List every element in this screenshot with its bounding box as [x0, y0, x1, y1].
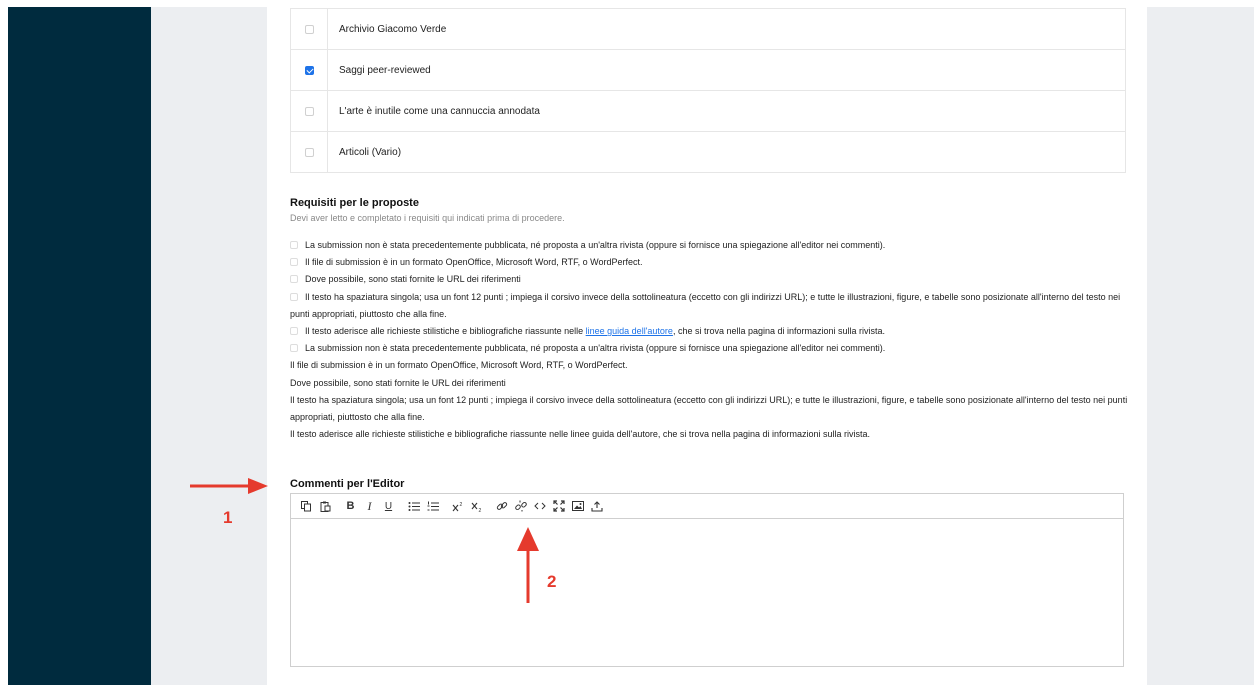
right-gutter — [1147, 7, 1254, 685]
requirement-item[interactable]: La submission non è stata precedentement… — [290, 237, 1135, 254]
editor-text-area[interactable] — [291, 519, 1123, 667]
bullet-list-icon[interactable] — [404, 496, 423, 516]
requirement-checkbox[interactable] — [290, 258, 298, 267]
section-label: Saggi peer-reviewed — [339, 64, 431, 76]
section-list: Archivio Giacomo Verde Saggi peer-review… — [290, 8, 1126, 173]
requirement-item[interactable]: Dove possibile, sono stati fornite le UR… — [290, 271, 1135, 288]
requirement-checkbox[interactable] — [290, 344, 298, 353]
unlink-icon[interactable] — [511, 496, 530, 516]
annotation-label-1: 1 — [223, 508, 233, 527]
svg-text:2: 2 — [459, 502, 462, 508]
annotation-arrow-2 — [517, 527, 539, 603]
requirement-text: Il testo aderisce alle richieste stilist… — [290, 429, 871, 440]
section-row[interactable]: Saggi peer-reviewed — [291, 49, 1125, 90]
requirement-checkbox[interactable] — [290, 241, 298, 249]
requirement-checkbox[interactable] — [290, 292, 298, 301]
requirement-item[interactable]: Il testo aderisce alle richieste stilist… — [290, 323, 1135, 340]
annotation-label-2: 2 — [547, 572, 557, 591]
underline-icon[interactable]: U — [379, 496, 398, 516]
section-label: Archivio Giacomo Verde — [339, 23, 447, 35]
link-icon[interactable] — [492, 496, 511, 516]
bold-icon[interactable]: B — [341, 496, 360, 516]
svg-text:2: 2 — [478, 508, 481, 512]
editor-toolbar: B I U 2 2 — [291, 494, 1123, 519]
numbered-list-icon[interactable] — [423, 496, 442, 516]
superscript-icon[interactable]: 2 — [448, 496, 467, 516]
section-label: Articoli (Vario) — [339, 146, 402, 158]
requirements-description: Devi aver letto e completato i requisiti… — [290, 213, 565, 223]
paste-icon[interactable] — [316, 496, 335, 516]
comments-editor: B I U 2 2 — [290, 493, 1124, 667]
section-label: L'arte è inutile come una cannuccia anno… — [339, 105, 540, 117]
left-gutter — [151, 7, 267, 685]
requirements-list: La submission non è stata precedentement… — [290, 237, 1135, 443]
requirement-text: Il file di submission è in un formato Op… — [290, 360, 628, 371]
comments-title: Commenti per l'Editor — [290, 478, 405, 490]
requirement-text: Il testo ha spaziatura singola; usa un f… — [290, 394, 1128, 423]
submission-form: Archivio Giacomo Verde Saggi peer-review… — [267, 7, 1147, 685]
section-row[interactable]: Archivio Giacomo Verde — [291, 8, 1125, 49]
annotation-arrow-1 — [190, 478, 268, 494]
requirements-title: Requisiti per le proposte — [290, 197, 419, 209]
requirement-text: Dove possibile, sono stati fornite le UR… — [290, 377, 506, 388]
requirement-item[interactable]: La submission non è stata precedentement… — [290, 340, 1135, 357]
author-guidelines-link[interactable]: linee guida dell'autore — [586, 326, 673, 336]
section-checkbox[interactable] — [304, 106, 314, 116]
requirement-item[interactable]: Il testo ha spaziatura singola; usa un f… — [290, 289, 1135, 323]
copy-icon[interactable] — [297, 496, 316, 516]
section-row[interactable]: L'arte è inutile come una cannuccia anno… — [291, 90, 1125, 131]
section-checkbox[interactable] — [304, 147, 314, 157]
subscript-icon[interactable]: 2 — [467, 496, 486, 516]
app-sidebar — [8, 7, 151, 685]
code-icon[interactable] — [530, 496, 549, 516]
section-checkbox[interactable] — [304, 65, 314, 75]
section-checkbox[interactable] — [304, 24, 314, 34]
italic-icon[interactable]: I — [360, 496, 379, 516]
image-icon[interactable] — [568, 496, 587, 516]
section-row[interactable]: Articoli (Vario) — [291, 131, 1125, 172]
upload-icon[interactable] — [587, 496, 606, 516]
fullscreen-icon[interactable] — [549, 496, 568, 516]
requirement-item[interactable]: Il file di submission è in un formato Op… — [290, 254, 1135, 271]
requirement-checkbox[interactable] — [290, 275, 298, 284]
requirement-checkbox[interactable] — [290, 327, 298, 336]
